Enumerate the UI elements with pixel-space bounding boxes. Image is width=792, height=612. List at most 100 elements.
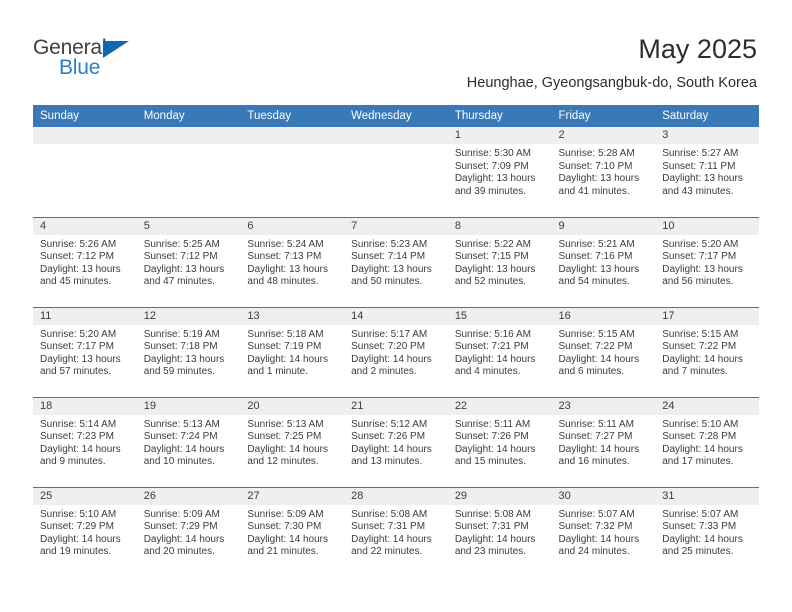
sunset-text: Sunset: 7:19 PM — [247, 341, 322, 353]
day-number: 28 — [344, 487, 448, 505]
day-cell[interactable]: 9 Sunrise: 5:21 AM Sunset: 7:16 PM Daylight… — [551, 216, 656, 307]
daylight-text-line2: and 56 minutes. — [662, 276, 734, 288]
sunset-text: Sunset: 7:33 PM — [662, 521, 737, 533]
sunrise-text: Sunrise: 5:27 AM — [662, 148, 739, 159]
daylight-text-line2: and 2 minutes. — [351, 366, 417, 378]
generalblue-logo[interactable]: General Blue — [33, 37, 213, 89]
daylight-text-line2: and 45 minutes. — [40, 276, 112, 288]
daylight-text-line1: Daylight: 14 hours — [143, 443, 225, 455]
sunrise-text: Sunrise: 5:16 AM — [454, 328, 531, 340]
daylight-text-line1: Daylight: 14 hours — [454, 533, 536, 545]
day-cell[interactable]: 29 Sunrise: 5:08 AM Sunset: 7:31 PM Dayligh… — [447, 486, 552, 577]
day-number: 2 — [551, 127, 656, 144]
sunset-text: Sunset: 7:29 PM — [40, 521, 114, 533]
day-cell[interactable]: 24 Sunrise: 5:10 AM Sunset: 7:28 PM Dayligh… — [655, 396, 759, 487]
day-cell[interactable]: 2 Sunrise: 5:28 AM Sunset: 7:10 PM Daylight… — [551, 127, 656, 217]
day-number: 23 — [551, 397, 656, 415]
sunrise-text: Sunrise: 5:15 AM — [558, 328, 635, 340]
daylight-text-line1: Daylight: 14 hours — [247, 533, 329, 545]
sunrise-text: Sunrise: 5:23 AM — [351, 238, 428, 250]
daylight-text-line1: Daylight: 13 hours — [558, 263, 640, 275]
daylight-text-line2: and 41 minutes. — [558, 185, 630, 197]
sunset-text: Sunset: 7:16 PM — [558, 251, 633, 263]
page-subtitle: Heunghae, Gyeongsangbuk-do, South Korea — [466, 75, 757, 91]
daylight-text-line2: and 21 minutes. — [247, 546, 319, 558]
day-cell[interactable]: 17 Sunrise: 5:15 AM Sunset: 7:22 PM Dayligh… — [655, 306, 759, 397]
sunrise-text: Sunrise: 5:28 AM — [558, 148, 635, 159]
sunrise-text: Sunrise: 5:11 AM — [558, 418, 634, 430]
day-cell[interactable]: 23 Sunrise: 5:11 AM Sunset: 7:27 PM Dayligh… — [551, 396, 656, 487]
day-cell[interactable]: 15 Sunrise: 5:16 AM Sunset: 7:21 PM Dayligh… — [447, 306, 552, 397]
daylight-text-line2: and 12 minutes. — [247, 456, 319, 468]
day-details: Sunrise: 5:16 AM Sunset: 7:21 PM Daylight:… — [448, 325, 552, 379]
day-cell[interactable]: 14 Sunrise: 5:17 AM Sunset: 7:20 PM Dayligh… — [344, 306, 448, 397]
daylight-text-line2: and 22 minutes. — [351, 546, 423, 558]
day-cell[interactable]: 8 Sunrise: 5:22 AM Sunset: 7:15 PM Daylight… — [447, 216, 552, 307]
sunset-text: Sunset: 7:22 PM — [558, 341, 633, 353]
day-cell[interactable]: 22 Sunrise: 5:11 AM Sunset: 7:26 PM Dayligh… — [447, 396, 552, 487]
day-number: 6 — [240, 217, 345, 235]
day-details: Sunrise: 5:14 AM Sunset: 7:23 PM Daylight:… — [33, 415, 137, 469]
day-cell[interactable]: 4 Sunrise: 5:26 AM Sunset: 7:12 PM Daylight… — [33, 216, 137, 307]
daylight-text-line2: and 4 minutes. — [454, 366, 521, 378]
day-number: 4 — [33, 217, 137, 235]
day-number: 5 — [136, 217, 241, 235]
day-number — [344, 127, 448, 144]
sunrise-text: Sunrise: 5:30 AM — [454, 148, 531, 159]
day-number: 25 — [33, 487, 137, 505]
day-number: 16 — [551, 307, 656, 325]
day-cell[interactable]: 28 Sunrise: 5:08 AM Sunset: 7:31 PM Dayligh… — [344, 486, 448, 577]
sunrise-text: Sunrise: 5:09 AM — [143, 508, 220, 520]
day-cell[interactable]: 11 Sunrise: 5:20 AM Sunset: 7:17 PM Dayligh… — [33, 306, 137, 397]
title-block: May 2025 Heunghae, Gyeongsangbuk-do, Sou… — [467, 33, 757, 93]
logo-triangle-icon — [103, 41, 129, 58]
day-cell[interactable]: 31 Sunrise: 5:07 AM Sunset: 7:33 PM Dayligh… — [655, 486, 759, 577]
day-details: Sunrise: 5:07 AM Sunset: 7:33 PM Daylight:… — [655, 505, 759, 559]
day-cell[interactable]: 30 Sunrise: 5:07 AM Sunset: 7:32 PM Dayligh… — [551, 486, 656, 577]
daylight-text-line1: Daylight: 13 hours — [40, 353, 121, 365]
sunset-text: Sunset: 7:32 PM — [558, 521, 633, 533]
day-number: 8 — [447, 217, 552, 235]
day-cell[interactable]: 27 Sunrise: 5:09 AM Sunset: 7:30 PM Dayligh… — [240, 486, 345, 577]
daylight-text-line2: and 13 minutes. — [351, 456, 423, 468]
sunrise-text: Sunrise: 5:22 AM — [454, 238, 531, 250]
day-cell[interactable]: 12 Sunrise: 5:19 AM Sunset: 7:18 PM Dayligh… — [136, 306, 241, 397]
daylight-text-line1: Daylight: 14 hours — [454, 443, 536, 455]
sunrise-text: Sunrise: 5:24 AM — [247, 238, 324, 250]
day-cell[interactable]: 6 Sunrise: 5:24 AM Sunset: 7:13 PM Daylight… — [240, 216, 345, 307]
daylight-text-line1: Daylight: 14 hours — [247, 353, 329, 365]
day-cell[interactable]: 21 Sunrise: 5:12 AM Sunset: 7:26 PM Dayligh… — [344, 396, 448, 487]
daylight-text-line2: and 15 minutes. — [454, 456, 526, 468]
daylight-text-line2: and 9 minutes. — [40, 456, 106, 468]
sunset-text: Sunset: 7:09 PM — [454, 160, 529, 172]
day-cell[interactable]: 25 Sunrise: 5:10 AM Sunset: 7:29 PM Dayligh… — [33, 486, 137, 577]
day-cell[interactable]: 16 Sunrise: 5:15 AM Sunset: 7:22 PM Dayligh… — [551, 306, 656, 397]
day-cell[interactable]: 5 Sunrise: 5:25 AM Sunset: 7:12 PM Daylight… — [136, 216, 241, 307]
sunrise-text: Sunrise: 5:08 AM — [454, 508, 531, 520]
day-details: Sunrise: 5:27 AM Sunset: 7:11 PM Daylight:… — [655, 144, 759, 198]
day-details: Sunrise: 5:20 AM Sunset: 7:17 PM Daylight:… — [33, 325, 137, 379]
day-number: 11 — [33, 307, 137, 325]
day-details: Sunrise: 5:30 AM Sunset: 7:09 PM Daylight:… — [448, 144, 552, 198]
day-cell[interactable]: 26 Sunrise: 5:09 AM Sunset: 7:29 PM Dayligh… — [136, 486, 241, 577]
sunset-text: Sunset: 7:30 PM — [247, 521, 322, 533]
day-cell[interactable]: 1 Sunrise: 5:30 AM Sunset: 7:09 PM Daylight… — [447, 127, 552, 217]
daylight-text-line1: Daylight: 14 hours — [351, 533, 432, 545]
day-details: Sunrise: 5:08 AM Sunset: 7:31 PM Daylight:… — [344, 505, 448, 559]
day-cell[interactable]: 13 Sunrise: 5:18 AM Sunset: 7:19 PM Dayligh… — [240, 306, 345, 397]
day-details: Sunrise: 5:09 AM Sunset: 7:29 PM Daylight:… — [137, 505, 241, 559]
day-number: 1 — [447, 127, 552, 144]
day-cell[interactable]: 10 Sunrise: 5:20 AM Sunset: 7:17 PM Dayligh… — [655, 216, 759, 307]
day-cell[interactable]: 3 Sunrise: 5:27 AM Sunset: 7:11 PM Daylight… — [655, 127, 759, 217]
day-cell[interactable]: 20 Sunrise: 5:13 AM Sunset: 7:25 PM Dayligh… — [240, 396, 345, 487]
daylight-text-line1: Daylight: 14 hours — [558, 533, 640, 545]
daylight-text-line2: and 10 minutes. — [143, 456, 215, 468]
daylight-text-line2: and 39 minutes. — [454, 185, 526, 197]
logo-text-blue: Blue — [59, 56, 101, 79]
day-cell[interactable]: 18 Sunrise: 5:14 AM Sunset: 7:23 PM Dayligh… — [33, 396, 137, 487]
day-cell[interactable]: 19 Sunrise: 5:13 AM Sunset: 7:24 PM Dayligh… — [136, 396, 241, 487]
sunrise-text: Sunrise: 5:10 AM — [662, 418, 739, 430]
sunrise-text: Sunrise: 5:11 AM — [454, 418, 531, 430]
day-number: 15 — [447, 307, 552, 325]
day-cell[interactable]: 7 Sunrise: 5:23 AM Sunset: 7:14 PM Daylight… — [344, 216, 448, 307]
